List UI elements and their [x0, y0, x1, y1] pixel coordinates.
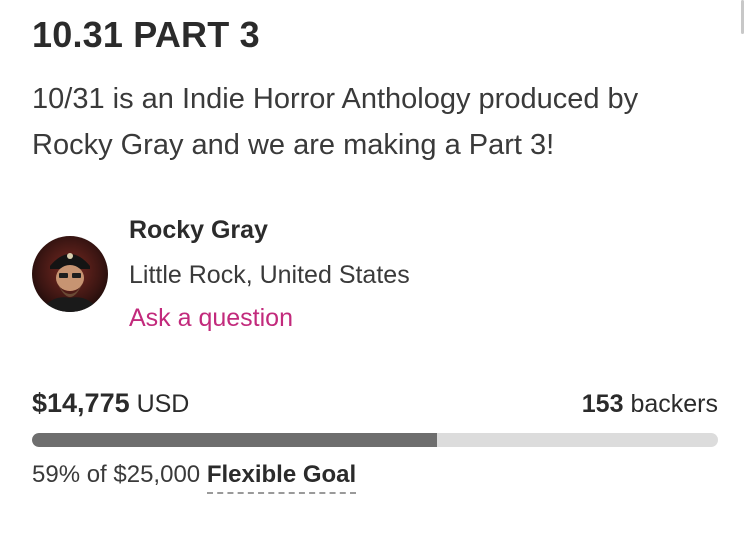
backers-label: backers: [630, 390, 718, 418]
pledged-amount: $14,775: [32, 388, 130, 418]
backers-count: 153: [581, 390, 624, 418]
funding-progress-fill: [32, 433, 438, 447]
project-blurb: 10/31 is an Indie Horror Anthology produ…: [32, 83, 639, 161]
project-title: 10.31 PART 3: [32, 14, 260, 55]
creator-avatar[interactable]: [32, 236, 108, 312]
goal-percent-text: 59% of $25,000: [32, 461, 201, 488]
goal-summary: 59% of $25,000 Flexible Goal: [32, 461, 357, 494]
creator-name[interactable]: Rocky Gray: [129, 216, 268, 245]
pledged-currency: USD: [136, 390, 190, 418]
funding-progress-bar: [32, 433, 718, 447]
goal-type-link[interactable]: Flexible Goal: [206, 461, 357, 494]
creator-location: Little Rock, United States: [129, 261, 410, 289]
creator-card: Rocky Gray Little Rock, United States As…: [32, 214, 712, 344]
ask-question-link[interactable]: Ask a question: [129, 304, 293, 333]
pledged-total: $14,775 USD: [32, 388, 189, 419]
scrollbar-thumb[interactable]: [741, 0, 744, 34]
backers-total: 153 backers: [582, 390, 718, 419]
